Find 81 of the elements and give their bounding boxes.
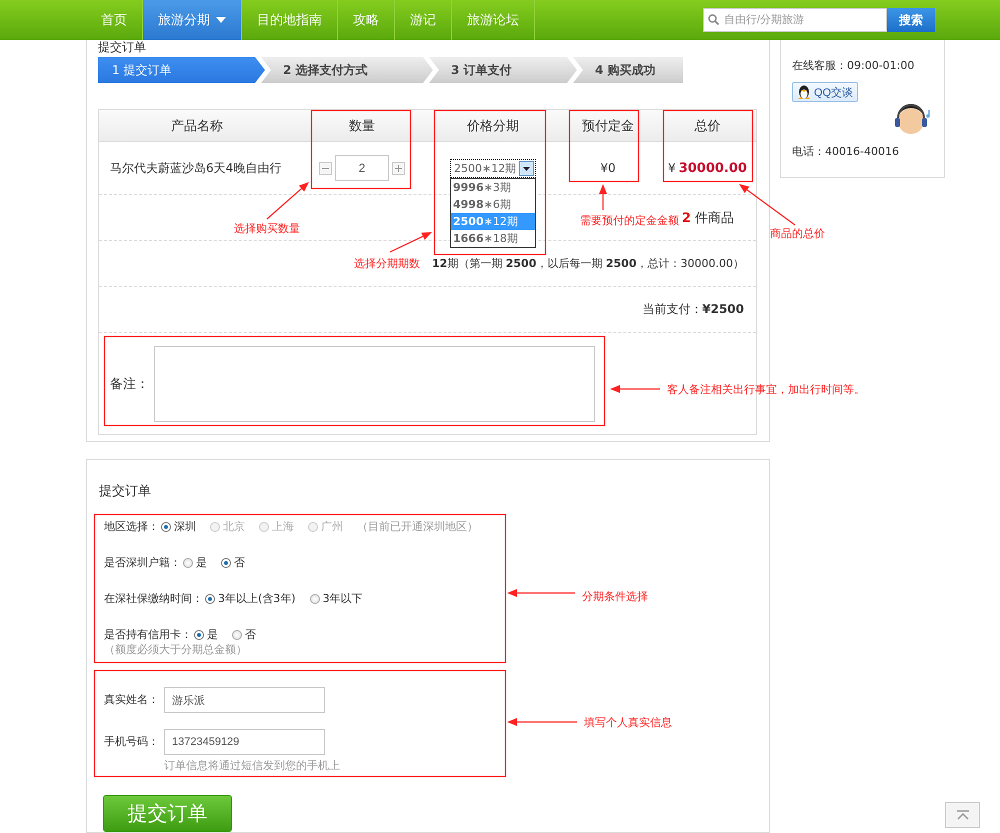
- annotation-text: 需要预付的定金金额: [580, 213, 679, 228]
- option-label: 3年以下: [322, 591, 363, 606]
- annotation-text: 填写个人真实信息: [584, 715, 672, 730]
- option-label: 是: [196, 555, 207, 570]
- radio-button[interactable]: [205, 594, 215, 604]
- currency-sign: ¥: [668, 161, 676, 175]
- field-label: 手机号码：: [104, 734, 160, 750]
- search-button[interactable]: 搜索: [887, 8, 935, 32]
- penguin-icon: [797, 84, 811, 100]
- deposit-amount: ¥0: [600, 161, 616, 175]
- arrow: [599, 184, 607, 210]
- arrow: [739, 184, 796, 226]
- minus-button[interactable]: [319, 162, 332, 174]
- field-label: 是否持有信用卡：: [104, 627, 192, 642]
- arrow: [507, 718, 577, 726]
- option-label: 否: [234, 555, 245, 570]
- text-field[interactable]: 13723459129: [164, 729, 325, 755]
- column-header: 预付定金: [581, 118, 635, 136]
- column-header: 产品名称: [170, 118, 224, 136]
- option-label: 广州: [321, 519, 343, 534]
- radio-button[interactable]: [183, 558, 193, 568]
- option-label: 否: [245, 627, 256, 642]
- total-price: 30000.00: [678, 160, 747, 176]
- nav-item[interactable]: 旅游分期: [143, 0, 242, 40]
- arrow: [266, 182, 309, 220]
- search-field[interactable]: 自由行/分期旅游: [703, 8, 887, 32]
- phone-number: 电话：40016-40016: [792, 144, 899, 159]
- note-text: （目前已开通深圳地区）: [357, 519, 478, 534]
- annotation-text: 分期条件选择: [582, 589, 648, 604]
- plus-icon: [395, 164, 402, 172]
- column-header: 总价: [694, 118, 722, 136]
- arrow: [390, 232, 432, 253]
- field-label: 在深社保缴纳时间：: [104, 591, 203, 606]
- step-tab[interactable]: 1 提交订单: [98, 57, 265, 83]
- current-payment: 当前支付：¥2500: [642, 301, 744, 318]
- annotation-text: 选择购买数量: [234, 221, 300, 236]
- annotation-text: 客人备注相关出行事宜，加出行时间等。: [667, 382, 865, 397]
- scroll-top-button[interactable]: [945, 802, 980, 828]
- step-tab[interactable]: 2 选择支付方式: [261, 57, 433, 83]
- service-hours: 在线客服：09:00-01:00: [792, 58, 914, 73]
- option-label: 上海: [272, 519, 294, 534]
- plus-button[interactable]: [392, 162, 405, 174]
- section-title: 提交订单: [98, 40, 146, 56]
- radio-button[interactable]: [310, 594, 320, 604]
- step-tab[interactable]: 3 订单支付: [429, 57, 577, 83]
- installment-summary: 12期（第一期 2500，以后每一期 2500，总计：30000.00）: [432, 256, 744, 271]
- step-tab[interactable]: 4 购买成功: [573, 57, 683, 83]
- remark-field[interactable]: [154, 346, 595, 422]
- hint-text: （额度必须大于分期总金额）: [104, 642, 248, 657]
- option-label: 是: [207, 627, 218, 642]
- option-label: 北京: [223, 519, 245, 534]
- search-icon: [708, 14, 719, 25]
- column-header: 价格分期: [466, 118, 520, 136]
- up-icon: [956, 810, 970, 820]
- item-count: 2 件商品: [682, 210, 734, 226]
- option-label: 深圳: [174, 519, 196, 534]
- arrow: [610, 385, 660, 393]
- dropdown-option[interactable]: 1666∗18期: [451, 230, 535, 246]
- field-label: 是否深圳户籍：: [104, 555, 181, 570]
- field-label: 地区选择：: [104, 519, 159, 534]
- radio-button[interactable]: [232, 630, 242, 640]
- section-title: 提交订单: [98, 483, 152, 501]
- column-header: 数量: [348, 118, 376, 136]
- dropdown-option[interactable]: 4998∗6期: [451, 196, 535, 212]
- text-field[interactable]: 游乐派: [164, 687, 325, 713]
- annotation-text: 选择分期期数: [354, 256, 420, 271]
- dropdown-option[interactable]: 9996∗3期: [451, 178, 535, 196]
- arrow: [507, 589, 575, 597]
- option-label: 3年以上(含3年): [218, 591, 296, 606]
- annotation-text: 商品的总价: [770, 226, 825, 241]
- chat-button[interactable]: QQ交谈: [792, 82, 858, 102]
- field-label: 真实姓名：: [104, 692, 160, 708]
- installment-select[interactable]: 2500∗12期: [450, 158, 536, 178]
- remark-label: 备注：: [110, 376, 149, 392]
- radio-button[interactable]: [161, 522, 171, 532]
- dropdown-option[interactable]: 2500∗12期: [451, 212, 535, 230]
- product-name: 马尔代夫蔚蓝沙岛6天4晚自由行: [110, 160, 282, 176]
- radio-button[interactable]: [221, 558, 231, 568]
- radio-button[interactable]: [194, 630, 204, 640]
- hint-text: 订单信息将通过短信发到您的手机上: [164, 758, 340, 773]
- quantity-field[interactable]: 2: [335, 155, 389, 181]
